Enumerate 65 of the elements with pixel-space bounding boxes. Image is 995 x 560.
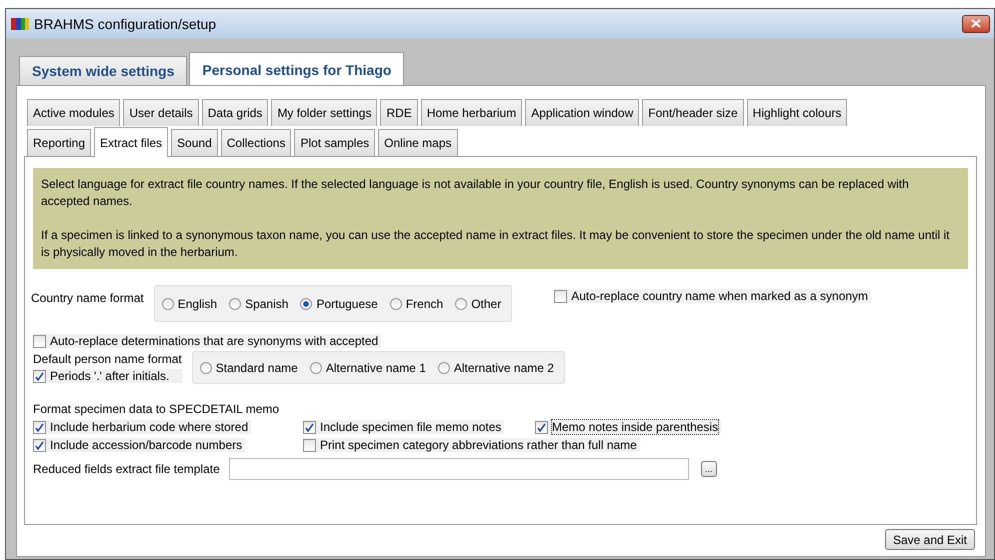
tab[interactable]: Application window — [525, 99, 640, 126]
window-title: BRAHMS configuration/setup — [34, 16, 218, 32]
tab[interactable]: Online maps — [378, 129, 458, 156]
tab[interactable]: My folder settings — [271, 99, 378, 126]
info-text: Select language for extract file country names. If the selected language is not available in your country file, English is used. Country synonyms can be replaced with accepted names. — [41, 176, 910, 210]
tab[interactable]: Reporting — [27, 129, 92, 156]
field-label: Reduced fields extract file template — [33, 462, 220, 476]
checkbox[interactable] — [303, 420, 316, 434]
tab[interactable]: Data grids — [202, 99, 268, 126]
save-and-exit-button[interactable]: Save and Exit — [884, 529, 975, 550]
info-text: If a specimen is linked to a synonymous taxon name, you can use the accepted name in extract files. It may be convenient to store the specimen under the old name until it is physically moved in the herbarium. — [41, 227, 951, 261]
radio-button[interactable] — [229, 298, 242, 310]
checkbox-label: Include accession/barcode numbers — [50, 438, 242, 452]
checkbox[interactable] — [303, 438, 316, 452]
tab[interactable]: Sound — [171, 129, 218, 156]
tab[interactable]: Plot samples — [294, 129, 376, 156]
checkbox[interactable] — [33, 334, 46, 348]
checkbox[interactable] — [535, 420, 548, 434]
radio-button[interactable] — [455, 298, 468, 310]
tab[interactable]: Home herbarium — [420, 99, 522, 126]
tab[interactable]: System wide settings — [19, 56, 188, 85]
radio-button[interactable] — [300, 298, 312, 310]
checkbox[interactable] — [33, 438, 46, 452]
radio-button[interactable] — [390, 298, 402, 310]
checkmark-icon — [537, 422, 546, 432]
checkbox-label: Periods '.' after initials. — [50, 369, 170, 383]
radio-button[interactable] — [310, 362, 322, 374]
checkbox-label: Include herbarium code where stored — [50, 420, 248, 434]
checkbox-label: Include specimen file memo notes — [320, 420, 502, 434]
checkmark-icon — [305, 422, 314, 432]
checkbox[interactable] — [554, 290, 568, 302]
checkmark-icon — [35, 372, 44, 380]
radio-button[interactable] — [438, 362, 450, 374]
checkbox[interactable] — [33, 370, 46, 382]
radio-label: Standard name — [216, 360, 298, 374]
close-button[interactable] — [962, 14, 990, 32]
template-input-field[interactable] — [228, 458, 689, 480]
close-icon — [971, 19, 981, 28]
radio-label: French — [406, 296, 444, 310]
radio-label: Alternative name 1 — [326, 360, 426, 374]
checkbox[interactable] — [33, 420, 46, 434]
radio-label: Spanish — [245, 296, 288, 310]
radio-button[interactable] — [200, 362, 212, 374]
radio-label: Other — [471, 296, 502, 310]
field-label: Country name format — [31, 291, 144, 305]
tab[interactable]: Active modules — [27, 99, 120, 126]
tab[interactable]: Highlight colours — [746, 99, 848, 126]
tab[interactable]: Personal settings for Thiago — [189, 52, 404, 86]
checkbox-label: Memo notes inside parenthesis — [552, 420, 718, 434]
radio-label: Portuguese — [316, 296, 378, 310]
section-label: Format specimen data to SPECDETAIL memo — [33, 402, 280, 416]
checkbox-label: Print specimen category abbreviations rather than full name — [320, 438, 637, 452]
browse-button[interactable]: ... — [700, 461, 717, 477]
radio-label: Alternative name 2 — [454, 360, 554, 374]
field-label: Default person name format — [33, 352, 182, 366]
radio-button[interactable] — [162, 298, 174, 310]
tab[interactable]: Extract files — [94, 127, 168, 157]
tab[interactable]: User details — [123, 99, 199, 126]
tab[interactable]: RDE — [380, 99, 418, 126]
app-logo-icon — [11, 16, 29, 30]
checkbox-label: Auto-replace country name when marked as a synonym — [571, 289, 868, 303]
tab[interactable]: Collections — [220, 129, 292, 156]
checkbox-label: Auto-replace determinations that are synonyms with accepted — [50, 334, 378, 348]
radio-label: English — [178, 296, 218, 310]
tab[interactable]: Font/header size — [642, 99, 744, 126]
